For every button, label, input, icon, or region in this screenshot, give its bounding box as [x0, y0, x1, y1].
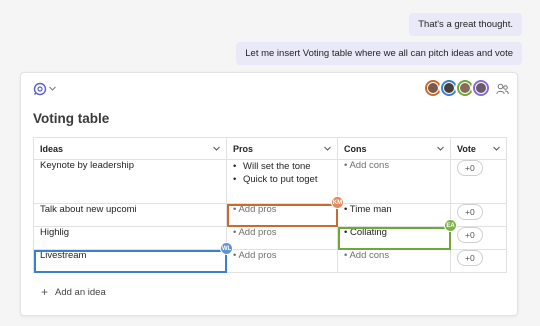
chevron-down-icon[interactable]	[493, 146, 500, 151]
chat-message-1: That's a great thought.	[409, 13, 522, 36]
vote-button[interactable]: +0	[457, 204, 483, 220]
vote-button[interactable]: +0	[457, 160, 483, 176]
column-header-cons[interactable]: Cons	[337, 137, 451, 160]
idea-text: Talk about new upcomi	[40, 204, 137, 215]
cons-cell-active[interactable]: Collating EA	[337, 219, 457, 250]
cons-item[interactable]: Time man	[344, 204, 392, 215]
add-cons-placeholder[interactable]: Add cons	[344, 160, 389, 171]
pros-cell[interactable]: Will set the tone Quick to put toget	[226, 159, 338, 204]
table-row: Livestream WL Add pros Add cons +0	[33, 242, 507, 273]
add-idea-button[interactable]: + Add an idea	[41, 286, 106, 298]
chevron-down-icon[interactable]	[324, 146, 331, 151]
idea-text: Highlig	[40, 227, 70, 238]
idea-cell[interactable]: Talk about new upcomi	[33, 203, 227, 227]
page-title: Voting table	[33, 111, 110, 126]
pros-cell-active[interactable]: Add pros KM	[226, 196, 344, 227]
chevron-down-icon[interactable]	[437, 146, 444, 151]
add-pros-placeholder[interactable]: Add pros	[233, 204, 276, 215]
vote-cell: +0	[450, 159, 507, 204]
add-pros-placeholder[interactable]: Add pros	[233, 227, 276, 238]
chat-message-2: Let me insert Voting table where we all …	[236, 42, 522, 65]
card-toolbar	[21, 73, 517, 105]
vote-button[interactable]: +0	[457, 227, 483, 243]
table-row: Keynote by leadership Will set the tone …	[33, 159, 507, 204]
pros-list: Will set the tone Quick to put toget	[233, 160, 331, 186]
pros-cell[interactable]: Add pros	[226, 226, 338, 250]
collaborator-cursor-km: KM	[331, 196, 344, 209]
vote-cell: +0	[450, 203, 507, 227]
voting-table: Ideas Pros Cons Vote Keynote by leadersh…	[33, 137, 507, 273]
pros-cell[interactable]: Add pros	[226, 249, 338, 273]
chevron-down-icon[interactable]	[49, 86, 56, 91]
table-row: Highlig Add pros Collating EA +0	[33, 219, 507, 250]
table-row: Talk about new upcomi Add pros KM Time m…	[33, 196, 507, 227]
avatar[interactable]	[471, 78, 491, 98]
header-label: Ideas	[40, 143, 64, 154]
vote-cell: +0	[450, 226, 507, 250]
pros-item[interactable]: Will set the tone	[233, 160, 331, 173]
idea-text: Livestream	[40, 250, 87, 261]
collaborator-cursor-wl: WL	[220, 242, 233, 255]
header-label: Pros	[233, 143, 254, 154]
idea-cell-active[interactable]: Livestream WL	[33, 242, 233, 273]
people-icon[interactable]	[496, 83, 509, 95]
header-label: Cons	[344, 143, 367, 154]
header-label: Vote	[457, 143, 476, 154]
collaborator-cursor-ea: EA	[444, 219, 457, 232]
vote-cell: +0	[450, 249, 507, 273]
loop-card: Voting table Ideas Pros Cons Vote Keynot…	[20, 72, 518, 316]
add-cons-placeholder[interactable]: Add cons	[344, 250, 389, 261]
column-header-pros[interactable]: Pros	[226, 137, 338, 160]
idea-cell[interactable]: Keynote by leadership	[33, 159, 227, 204]
column-header-ideas[interactable]: Ideas	[33, 137, 227, 160]
idea-cell[interactable]: Highlig	[33, 226, 227, 250]
add-pros-placeholder[interactable]: Add pros	[233, 250, 276, 261]
vote-button[interactable]: +0	[457, 250, 483, 266]
cons-cell[interactable]: Time man	[337, 203, 451, 227]
cons-cell[interactable]: Add cons	[337, 159, 451, 204]
plus-icon: +	[41, 285, 49, 299]
pros-item[interactable]: Quick to put toget	[233, 173, 331, 186]
cons-cell[interactable]: Add cons	[337, 249, 451, 273]
column-header-vote[interactable]: Vote	[450, 137, 507, 160]
idea-text: Keynote by leadership	[40, 160, 135, 171]
loop-component-icon[interactable]	[33, 82, 47, 96]
add-idea-label: Add an idea	[55, 286, 106, 298]
cons-item[interactable]: Collating	[344, 227, 387, 238]
chevron-down-icon[interactable]	[213, 146, 220, 151]
participant-avatars[interactable]	[423, 78, 491, 100]
